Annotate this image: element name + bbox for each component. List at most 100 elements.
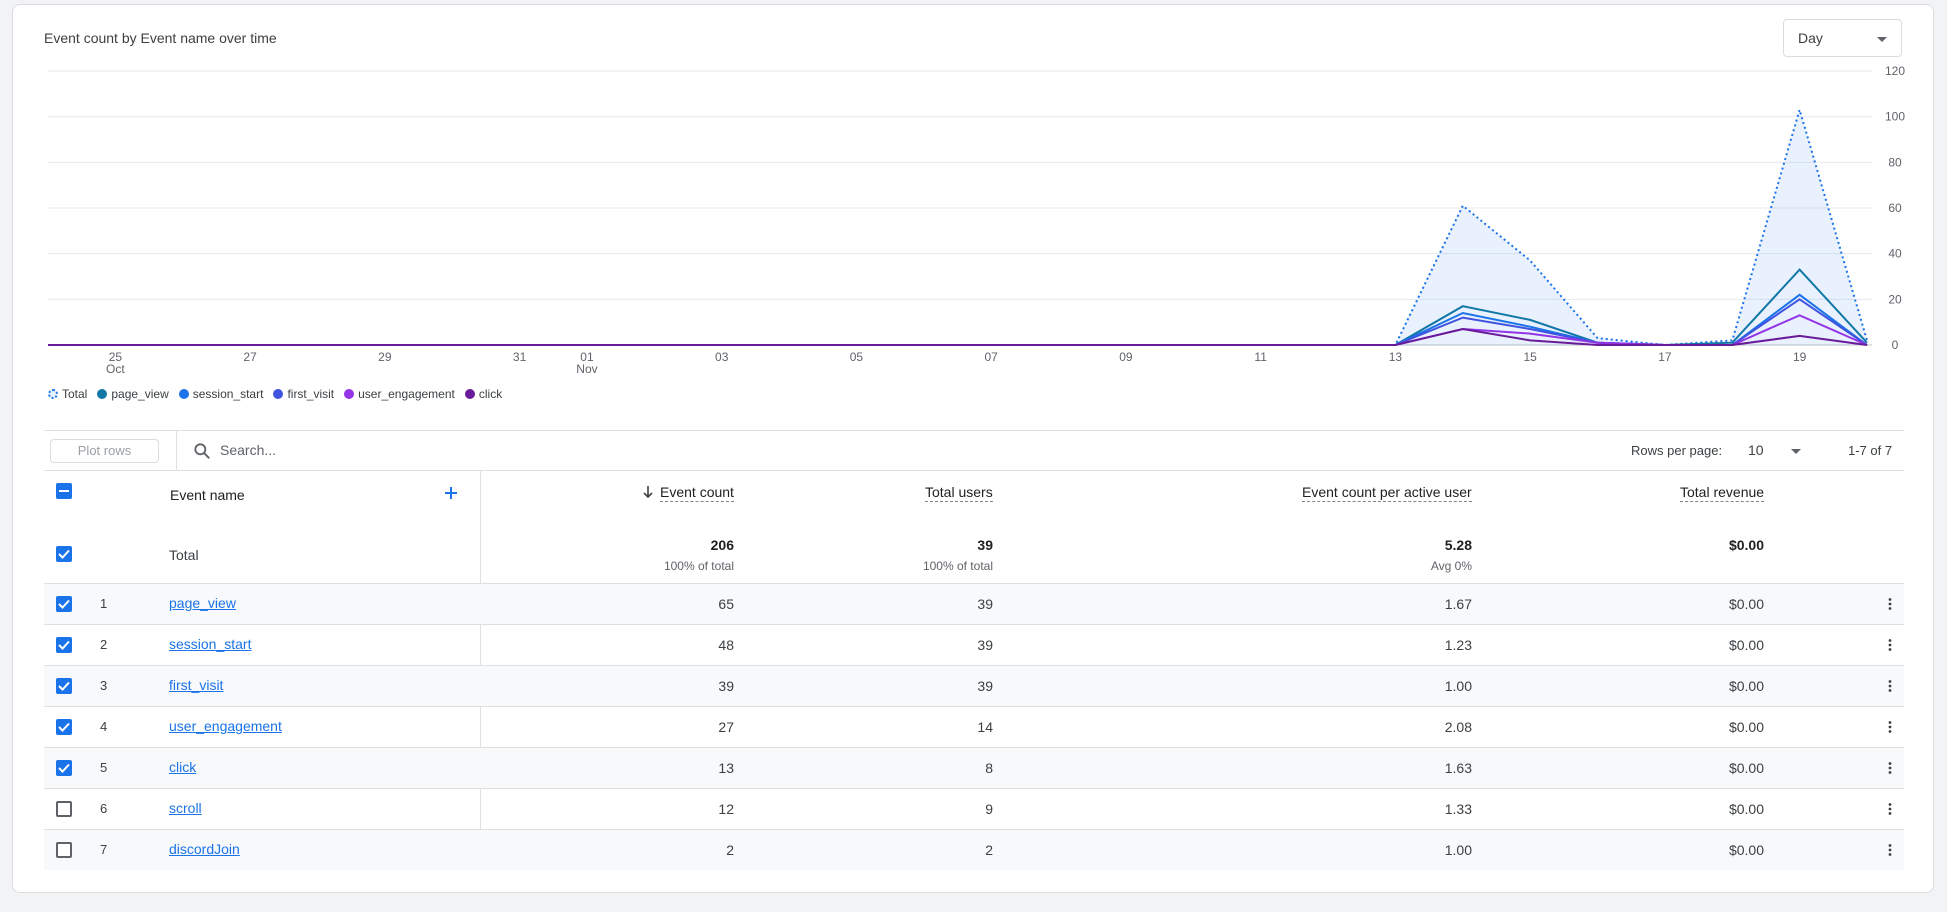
total-revenue-header[interactable]: Total revenue	[1680, 484, 1765, 502]
add-dimension-icon[interactable]	[442, 484, 460, 507]
table-row: 1 page_view 65 39 1.67 $0.00	[44, 583, 1904, 624]
y-tick-label: 20	[1888, 292, 1902, 306]
more-vert-icon[interactable]	[1882, 596, 1898, 617]
total-users-cell: 2	[985, 842, 993, 858]
event-name-link[interactable]: click	[169, 759, 196, 775]
legend-swatch	[273, 389, 284, 399]
row-checkbox[interactable]	[56, 719, 72, 735]
total-row-checkbox[interactable]	[56, 546, 72, 562]
plot-rows-button[interactable]: Plot rows	[50, 439, 159, 463]
sort-descending-icon[interactable]	[641, 485, 655, 504]
event-count-cell: 12	[718, 801, 734, 817]
x-tick-label: 31	[513, 350, 527, 364]
event-name-link[interactable]: user_engagement	[169, 718, 282, 734]
legend-item[interactable]: user_engagement	[344, 387, 455, 401]
y-tick-label: 120	[1885, 64, 1905, 78]
per-user-cell: 1.67	[1444, 596, 1472, 612]
total-users-cell: 9	[985, 801, 993, 817]
rows-per-page-select[interactable]: 10	[1743, 440, 1805, 462]
total-per-user-avg: Avg 0%	[1430, 559, 1472, 573]
y-tick-label: 100	[1885, 110, 1905, 124]
more-vert-icon[interactable]	[1882, 760, 1898, 781]
event-count-cell: 13	[718, 760, 734, 776]
table-row: 2 session_start 48 39 1.23 $0.00	[44, 624, 1904, 665]
revenue-cell: $0.00	[1728, 596, 1764, 612]
row-index: 3	[100, 678, 108, 693]
legend-label: first_visit	[287, 387, 335, 401]
row-checkbox[interactable]	[56, 637, 72, 653]
event-name-link[interactable]: session_start	[169, 636, 251, 652]
total-users-cell: 39	[977, 637, 993, 653]
rows-per-page-value: 10	[1748, 442, 1764, 458]
search-icon	[192, 441, 212, 466]
search-input[interactable]	[220, 438, 820, 462]
line-chart: 020406080100120 25Oct27 29 31 01Nov03 05 07 09…	[48, 64, 1905, 376]
chart-legend: Total page_view session_start first_visit us…	[48, 387, 502, 401]
per-user-cell: 1.33	[1444, 801, 1472, 817]
event-name-link[interactable]: discordJoin	[169, 841, 240, 857]
legend-label: user_engagement	[358, 387, 455, 401]
total-row-label: Total	[169, 547, 199, 563]
legend-item[interactable]: click	[464, 387, 502, 401]
row-checkbox[interactable]	[56, 760, 72, 776]
event-count-cell: 65	[718, 596, 734, 612]
total-per-user-value: 5.28	[1444, 537, 1472, 553]
series-line-total	[48, 106, 1868, 347]
total-users-header[interactable]: Total users	[925, 484, 993, 502]
y-tick-label: 40	[1888, 247, 1902, 261]
chevron-down-icon	[1791, 449, 1801, 454]
row-checkbox[interactable]	[56, 596, 72, 612]
legend-label: Total	[62, 387, 88, 401]
per-user-cell: 1.00	[1444, 842, 1472, 858]
total-revenue-value: $0.00	[1728, 537, 1764, 553]
legend-item[interactable]: session_start	[178, 387, 263, 401]
total-users-value: 39	[977, 537, 993, 553]
total-users-share: 100% of total	[922, 559, 993, 573]
event-count-cell: 39	[718, 678, 734, 694]
divider	[176, 430, 177, 470]
legend-item[interactable]: Total	[48, 387, 87, 401]
total-users-cell: 39	[977, 596, 993, 612]
event-count-cell: 48	[718, 637, 734, 653]
legend-item[interactable]: first_visit	[273, 387, 334, 401]
legend-swatch	[178, 389, 189, 399]
row-checkbox[interactable]	[56, 678, 72, 694]
per-user-cell: 2.08	[1444, 719, 1472, 735]
x-tick-label: 15	[1523, 350, 1537, 364]
x-tick-label: 29	[378, 350, 392, 364]
x-tick-label: 19	[1793, 350, 1807, 364]
event-name-link[interactable]: scroll	[169, 800, 202, 816]
event-name-header[interactable]: Event name	[170, 487, 245, 503]
event-name-link[interactable]: first_visit	[169, 677, 223, 693]
more-vert-icon[interactable]	[1882, 801, 1898, 822]
revenue-cell: $0.00	[1728, 801, 1764, 817]
series-area-total	[48, 109, 1867, 345]
more-vert-icon[interactable]	[1882, 719, 1898, 740]
select-all-checkbox[interactable]	[56, 483, 72, 499]
row-index: 2	[100, 637, 108, 652]
row-checkbox[interactable]	[56, 842, 72, 858]
legend-swatch	[48, 389, 58, 399]
more-vert-icon[interactable]	[1882, 637, 1898, 658]
pagination-range: 1-7 of 7	[1848, 443, 1893, 458]
x-tick-label: 09	[1119, 350, 1133, 364]
total-event-count: 206	[710, 537, 734, 553]
revenue-cell: $0.00	[1728, 842, 1764, 858]
more-vert-icon[interactable]	[1882, 842, 1898, 863]
row-index: 5	[100, 760, 108, 775]
event-name-link[interactable]: page_view	[169, 595, 236, 611]
divider	[44, 430, 1904, 431]
x-tick-label: 11	[1254, 350, 1267, 364]
total-event-count-share: 100% of total	[663, 559, 734, 573]
more-vert-icon[interactable]	[1882, 678, 1898, 699]
event-count-per-user-header[interactable]: Event count per active user	[1302, 484, 1472, 502]
legend-swatch	[97, 389, 108, 399]
table-row: 5 click 13 8 1.63 $0.00	[44, 747, 1904, 788]
legend-item[interactable]: page_view	[97, 387, 169, 401]
revenue-cell: $0.00	[1728, 678, 1764, 694]
row-checkbox[interactable]	[56, 801, 72, 817]
row-index: 7	[100, 842, 108, 857]
x-tick-month-label: Nov	[576, 362, 597, 376]
legend-swatch	[344, 389, 355, 399]
event-count-header[interactable]: Event count	[660, 484, 734, 502]
